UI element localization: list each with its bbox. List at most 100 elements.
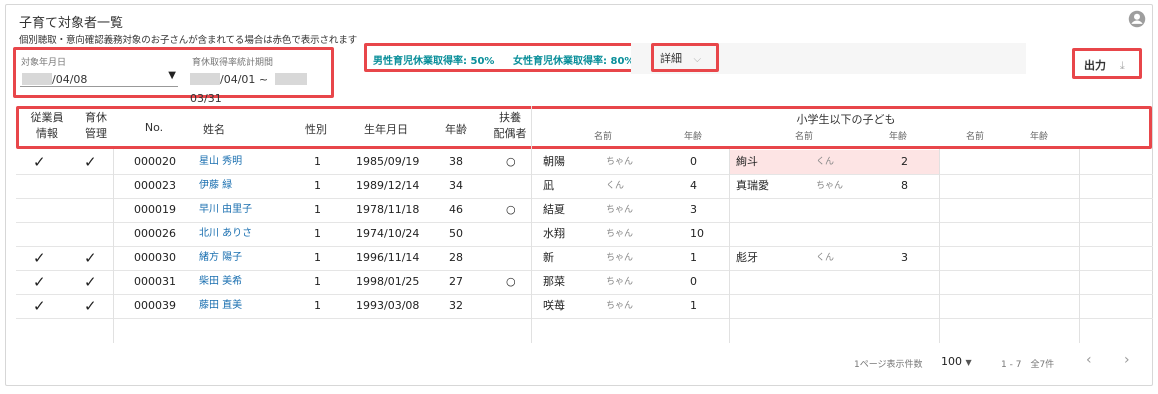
leave-mgmt-check: ✓ — [84, 249, 97, 267]
header-children: 小学生以下の子ども — [796, 113, 896, 126]
employee-name[interactable]: 早川 由里子 — [199, 198, 252, 222]
header-child2-name: 名前 — [795, 132, 814, 142]
child1-name: 水翔 — [543, 227, 565, 240]
header-child1-age: 年齢 — [684, 132, 703, 142]
child1-age: 3 — [690, 203, 697, 216]
column-divider — [113, 149, 114, 343]
birthdate: 1998/01/25 — [356, 275, 420, 288]
employee-name[interactable]: 藤田 直美 — [199, 294, 242, 318]
per-page-label: 1ページ表示件数 — [854, 360, 923, 370]
chevron-left-icon[interactable]: ‹ — [1086, 352, 1092, 368]
spouse-mark: ○ — [506, 155, 516, 168]
column-divider — [531, 106, 532, 343]
child2-age: 2 — [901, 155, 908, 168]
child1-suffix: ちゃん — [606, 301, 634, 311]
child2-name: 絢斗 — [736, 155, 758, 168]
column-divider — [939, 149, 940, 343]
masked-year-end — [275, 72, 308, 85]
birthdate: 1978/11/18 — [356, 203, 420, 216]
child2-suffix: ちゃん — [816, 181, 844, 191]
employee-info-check: ✓ — [33, 297, 46, 315]
chevron-right-icon[interactable]: › — [1124, 352, 1130, 368]
chevron-down-icon: ⌵ — [693, 54, 702, 65]
employee-name[interactable]: 伊藤 緑 — [199, 174, 232, 198]
leave-mgmt-check: ✓ — [84, 153, 97, 171]
employee-no: 000031 — [134, 275, 176, 288]
table-row[interactable]: 000023 伊藤 緑 1 1989/12/14 34 凪 くん 4 真瑞愛 ちゃん 8 — [16, 174, 1153, 199]
table-row[interactable]: 000026 北川 ありさ 1 1974/10/24 50 水翔 ちゃん 10 — [16, 222, 1153, 247]
export-label: 出力 — [1084, 59, 1106, 72]
child1-age: 10 — [690, 227, 704, 240]
birthdate: 1985/09/19 — [356, 155, 420, 168]
child1-suffix: ちゃん — [606, 205, 634, 215]
table-row[interactable]: ✓ ✓ 000031 柴田 美希 1 1998/01/25 27 ○ 那菜 ちゃん 0 — [16, 270, 1153, 295]
account-circle-icon[interactable] — [1128, 10, 1146, 28]
child1-suffix: ちゃん — [606, 157, 634, 167]
table-row[interactable]: ✓ ✓ 000030 緒方 陽子 1 1996/11/14 28 新 ちゃん 1 彪牙 くん 3 — [16, 246, 1153, 271]
per-page-select[interactable]: 100 ▼ — [941, 355, 972, 368]
header-age: 年齢 — [445, 123, 467, 136]
period-range[interactable]: /04/01 ~ 03/31 — [190, 68, 330, 105]
table-row[interactable]: 000019 早川 由里子 1 1978/11/18 46 ○ 結夏 ちゃん 3 — [16, 198, 1153, 223]
age: 32 — [449, 299, 463, 312]
header-no: No. — [144, 121, 164, 134]
header-child2-age: 年齢 — [889, 132, 908, 142]
header-child3-age: 年齢 — [1030, 132, 1049, 142]
employee-no: 000023 — [134, 179, 176, 192]
employee-info-check: ✓ — [33, 153, 46, 171]
child1-age: 0 — [690, 275, 697, 288]
child2-age: 3 — [901, 251, 908, 264]
leave-mgmt-check: ✓ — [84, 297, 97, 315]
employee-name[interactable]: 星山 秀明 — [199, 150, 242, 174]
period-end: 03/31 — [190, 92, 222, 105]
age: 38 — [449, 155, 463, 168]
employee-no: 000039 — [134, 299, 176, 312]
download-icon: ⤓ — [1119, 59, 1125, 72]
birthdate: 1993/03/08 — [356, 299, 420, 312]
age: 46 — [449, 203, 463, 216]
table-header-highlight — [16, 106, 1152, 149]
age: 50 — [449, 227, 463, 240]
birthdate: 1996/11/14 — [356, 251, 420, 264]
export-button[interactable]: 出力 ⤓ — [1084, 57, 1125, 73]
child1-suffix: ちゃん — [606, 253, 634, 263]
employee-name[interactable]: 緒方 陽子 — [199, 246, 242, 270]
child2-suffix: くん — [816, 253, 835, 263]
child1-name: 咲苺 — [543, 299, 565, 312]
age: 34 — [449, 179, 463, 192]
header-name: 姓名 — [203, 123, 225, 136]
child2-name: 彪牙 — [736, 251, 758, 264]
child1-age: 1 — [690, 299, 697, 312]
gender: 1 — [314, 275, 321, 288]
period-start: /04/01 ~ — [220, 73, 269, 86]
employee-no: 000019 — [134, 203, 176, 216]
employee-list-card: 子育て対象者一覧 個別聴取・意向確認義務対象のお子さんが含まれてる場合は赤色で表… — [5, 4, 1153, 386]
employee-info-check: ✓ — [33, 249, 46, 267]
header-birthdate: 生年月日 — [364, 123, 408, 136]
per-page-value: 100 — [941, 355, 962, 368]
birthdate: 1974/10/24 — [356, 227, 420, 240]
child2-age: 8 — [901, 179, 908, 192]
page-range: 1 - 7 全7件 — [1001, 360, 1055, 370]
child2-suffix: くん — [816, 157, 835, 167]
child1-name: 新 — [543, 251, 554, 264]
child2-name: 真瑞愛 — [736, 179, 769, 192]
triangle-down-icon: ▼ — [965, 358, 972, 367]
detail-toggle[interactable]: 詳細 ⌵ — [660, 50, 701, 66]
detail-label: 詳細 — [660, 52, 682, 65]
gender: 1 — [314, 155, 321, 168]
leave-mgmt-check: ✓ — [84, 273, 97, 291]
child1-name: 結夏 — [543, 203, 565, 216]
spouse-mark: ○ — [506, 275, 516, 288]
employee-no: 000026 — [134, 227, 176, 240]
masked-year — [22, 72, 52, 85]
gender: 1 — [314, 251, 321, 264]
table-row[interactable]: ✓ ✓ 000039 藤田 直美 1 1993/03/08 32 咲苺 ちゃん 1 — [16, 294, 1153, 319]
child1-name: 凪 — [543, 179, 554, 192]
table-row[interactable]: ✓ ✓ 000020 星山 秀明 1 1985/09/19 38 ○ 朝陽 ちゃん 0 絢斗 くん 2 — [16, 150, 1153, 175]
employee-name[interactable]: 柴田 美希 — [199, 270, 242, 294]
employee-name[interactable]: 北川 ありさ — [199, 222, 252, 246]
birthdate: 1989/12/14 — [356, 179, 420, 192]
target-date-select[interactable]: /04/08 ▼ — [20, 68, 178, 87]
child1-suffix: くん — [606, 181, 625, 191]
